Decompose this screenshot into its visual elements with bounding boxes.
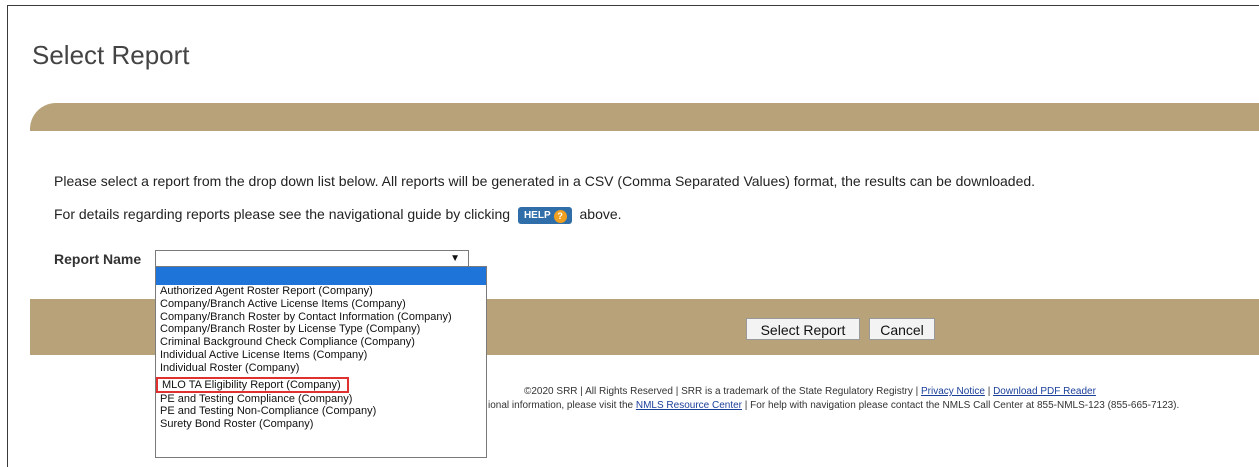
dropdown-option[interactable]: PE and Testing Compliance (Company) xyxy=(156,393,486,406)
dropdown-option[interactable]: Criminal Background Check Compliance (Co… xyxy=(156,336,486,349)
help-instruction: For details regarding reports please see… xyxy=(54,206,622,224)
privacy-notice-link[interactable]: Privacy Notice xyxy=(921,386,985,397)
help-instruction-after: above. xyxy=(579,206,622,222)
dropdown-option[interactable]: Individual Active License Items (Company… xyxy=(156,349,486,362)
report-name-label: Report Name xyxy=(54,251,142,267)
dropdown-option[interactable]: Company/Branch Roster by License Type (C… xyxy=(156,323,486,336)
dropdown-option[interactable]: Surety Bond Roster (Company) xyxy=(156,418,486,431)
cancel-button[interactable]: Cancel xyxy=(869,318,935,340)
dropdown-option[interactable]: Company/Branch Roster by Contact Informa… xyxy=(156,311,486,324)
report-name-select[interactable]: ▼ xyxy=(155,250,469,267)
help-instruction-text: For details regarding reports please see… xyxy=(54,206,511,222)
header-band xyxy=(30,103,1259,131)
help-question-icon: ? xyxy=(553,209,567,223)
footer-help-contact: | For help with navigation please contac… xyxy=(744,400,1180,411)
dropdown-option[interactable]: Authorized Agent Roster Report (Company) xyxy=(156,285,486,298)
dropdown-empty-option[interactable] xyxy=(156,267,486,285)
dropdown-option[interactable]: PE and Testing Non-Compliance (Company) xyxy=(156,405,486,418)
footer-separator: | xyxy=(987,386,991,397)
footer-copyright-text: ©2020 SRR | All Rights Reserved | SRR is… xyxy=(524,386,919,397)
dropdown-option-highlighted[interactable]: MLO TA Eligibility Report (Company) xyxy=(156,376,349,394)
download-pdf-reader-link[interactable]: Download PDF Reader xyxy=(993,386,1096,397)
instruction-text: Please select a report from the drop dow… xyxy=(54,173,1036,189)
report-dropdown-list[interactable]: Authorized Agent Roster Report (Company)… xyxy=(155,266,487,458)
select-report-button[interactable]: Select Report xyxy=(746,318,860,340)
footer-help-text: ional information, please visit the xyxy=(488,400,634,411)
help-button[interactable]: HELP? xyxy=(517,206,572,224)
nmls-resource-center-link[interactable]: NMLS Resource Center xyxy=(636,400,742,411)
help-label: HELP xyxy=(523,209,551,221)
dropdown-option[interactable]: Individual Roster (Company) xyxy=(156,362,486,375)
page-title: Select Report xyxy=(32,40,190,70)
footer-copyright: ©2020 SRR | All Rights Reserved | SRR is… xyxy=(524,386,1096,397)
footer-help: ional information, please visit the NMLS… xyxy=(488,400,1179,411)
dropdown-arrow-icon[interactable]: ▼ xyxy=(450,251,460,266)
dropdown-option[interactable]: Company/Branch Active License Items (Com… xyxy=(156,298,486,311)
